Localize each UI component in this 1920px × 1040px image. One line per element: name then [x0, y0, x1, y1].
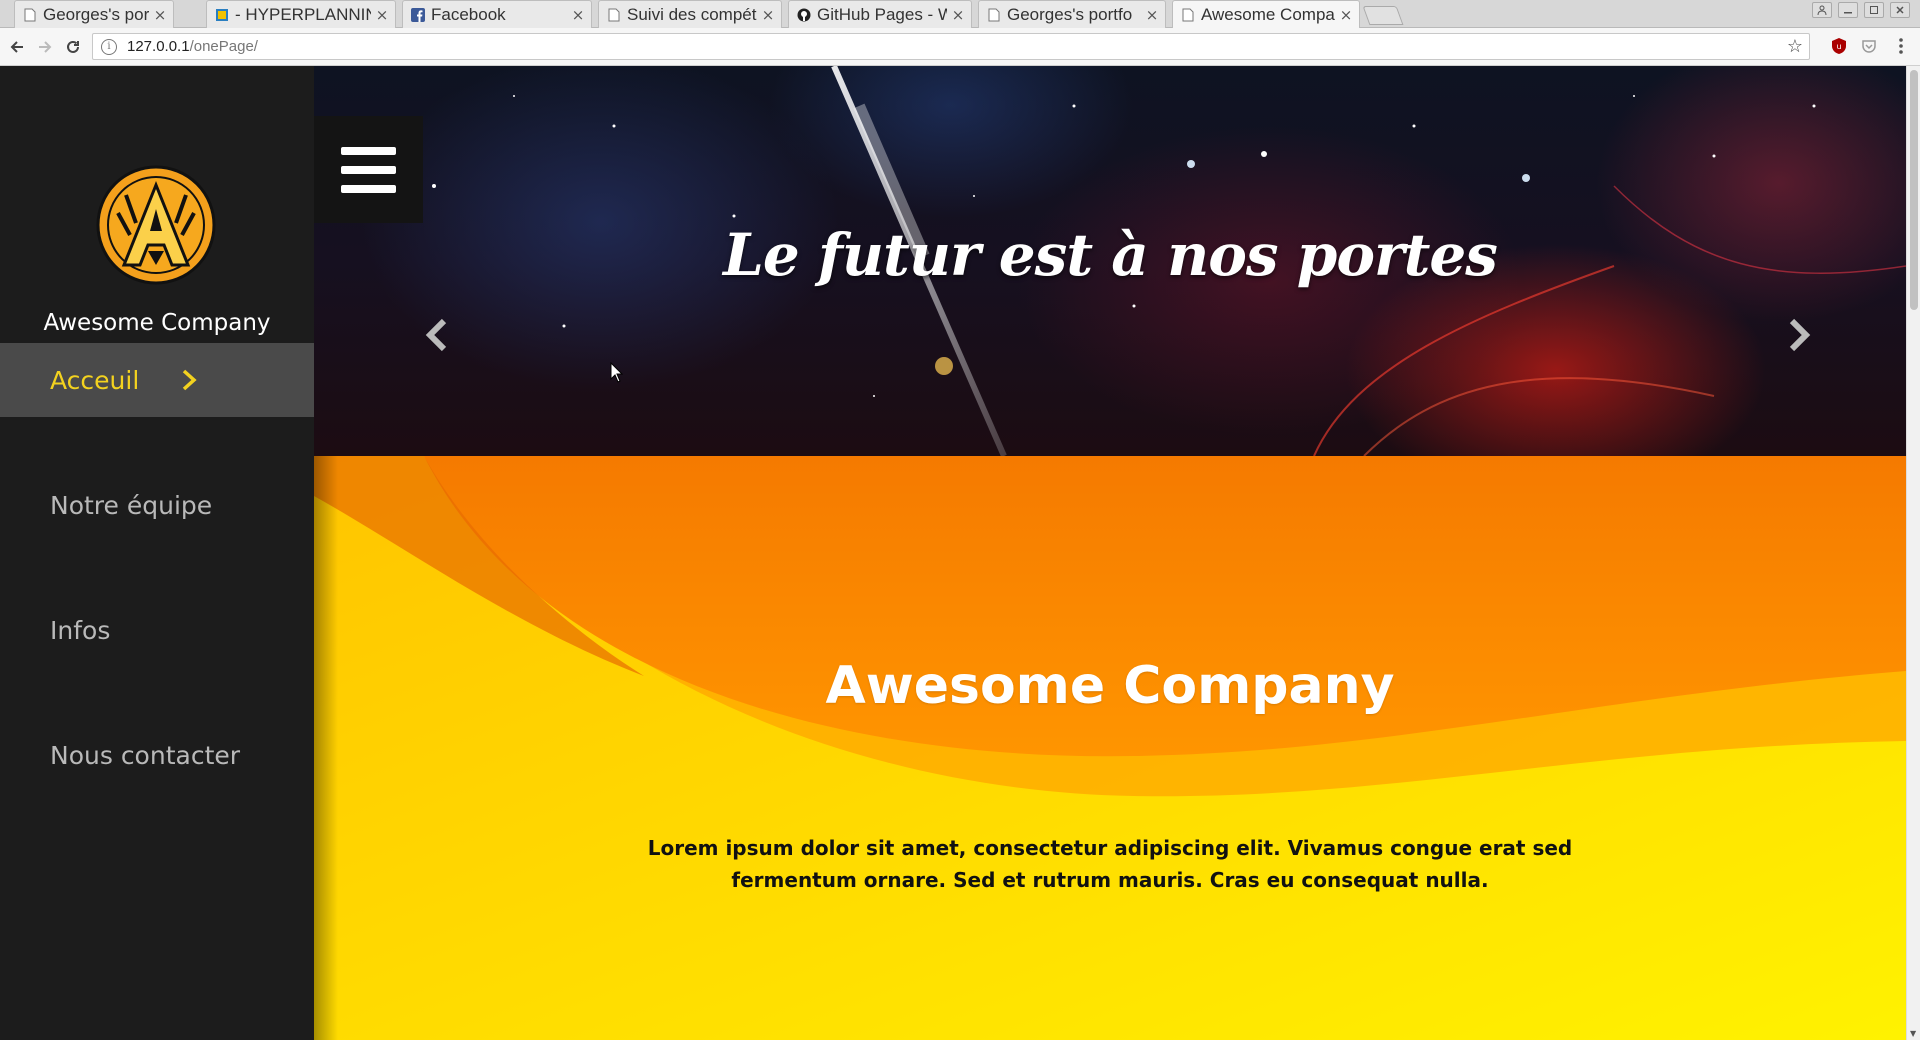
hamburger-menu-button[interactable] — [314, 116, 423, 223]
svg-text:u: u — [1836, 42, 1841, 51]
info-icon[interactable]: i — [101, 38, 117, 55]
nav-item-label: Acceuil — [50, 365, 140, 395]
browser-tab-5[interactable]: GitHub Pages - W × — [788, 0, 972, 28]
tab-title: Georges's portfo — [43, 4, 149, 24]
nav-item-label: Nous contacter — [50, 740, 241, 770]
url-host: 127.0.0.1 — [127, 38, 190, 55]
browser-tab-bar: Georges's portfo × - HYPERPLANNING × Fac… — [0, 0, 1920, 29]
close-icon[interactable]: × — [761, 6, 775, 24]
close-icon[interactable]: × — [1145, 6, 1159, 24]
nav-item-label: Notre équipe — [50, 490, 213, 520]
address-bar[interactable]: i 127.0.0.1/onePage/ ☆ — [92, 33, 1810, 60]
page-icon — [987, 7, 1001, 23]
forward-icon[interactable] — [34, 36, 56, 58]
tab-title: - HYPERPLANNING — [235, 4, 371, 24]
wave-background — [314, 456, 1906, 1040]
page-icon — [1181, 7, 1195, 23]
github-icon — [797, 7, 811, 23]
tab-title: Awesome Compa — [1201, 5, 1335, 24]
sidebar: Awesome Company Acceuil Notre équipe Inf… — [0, 66, 314, 1040]
nav-item-nous-contacter[interactable]: Nous contacter — [0, 718, 314, 792]
chevron-right-icon — [182, 369, 197, 391]
browser-tab-1[interactable]: Georges's portfo × — [14, 0, 174, 28]
close-icon[interactable]: × — [1339, 6, 1353, 24]
browser-toolbar: i 127.0.0.1/onePage/ ☆ u — [0, 28, 1920, 66]
back-icon[interactable] — [6, 36, 28, 58]
new-tab-button[interactable] — [1362, 6, 1404, 25]
facebook-icon — [411, 7, 425, 23]
menu-bar — [341, 165, 396, 174]
browser-tab-2[interactable]: - HYPERPLANNING × — [206, 0, 396, 28]
browser-tab-6[interactable]: Georges's portfo × — [978, 0, 1166, 28]
nav-item-acceuil[interactable]: Acceuil — [0, 343, 314, 417]
about-section: Awesome Company Lorem ipsum dolor sit am… — [314, 456, 1906, 1040]
browser-tab-3[interactable]: Facebook × — [402, 0, 592, 28]
page-viewport: Awesome Company Acceuil Notre équipe Inf… — [0, 66, 1920, 1040]
page-scrollbar[interactable]: ▼ — [1906, 66, 1920, 1040]
minimize-icon[interactable] — [1838, 2, 1858, 18]
close-icon[interactable]: × — [571, 6, 585, 24]
section-title: Awesome Company — [825, 656, 1395, 716]
profile-icon[interactable] — [1812, 2, 1832, 18]
reload-icon[interactable] — [62, 36, 84, 58]
close-icon[interactable]: × — [951, 6, 965, 24]
brand-name[interactable]: Awesome Company — [0, 310, 314, 336]
mouse-cursor-icon — [610, 362, 624, 383]
window-close-icon[interactable] — [1890, 2, 1910, 18]
browser-tab-active[interactable]: Awesome Compa × — [1172, 0, 1360, 29]
more-menu-icon[interactable] — [1890, 35, 1912, 57]
close-icon[interactable]: × — [153, 6, 167, 24]
menu-bar — [341, 184, 396, 193]
section-description: Lorem ipsum dolor sit amet, consectetur … — [647, 836, 1573, 892]
ublock-extension-icon[interactable]: u — [1828, 35, 1850, 57]
hero-title: Le futur est à nos portes — [723, 221, 1498, 289]
menu-bar — [341, 146, 396, 155]
pocket-extension-icon[interactable] — [1858, 35, 1880, 57]
tab-title: Facebook — [431, 4, 506, 24]
carousel-prev-icon[interactable] — [424, 318, 450, 352]
nav-item-infos[interactable]: Infos — [0, 593, 314, 667]
nav-item-label: Infos — [50, 615, 111, 645]
tab-title: Suivi des compét — [627, 4, 757, 24]
bookmark-star-icon[interactable]: ☆ — [1787, 36, 1803, 57]
url-path: /onePage/ — [189, 38, 258, 55]
hyperplanning-icon — [215, 7, 229, 23]
company-logo[interactable] — [96, 165, 216, 285]
tab-title: GitHub Pages - W — [817, 4, 947, 24]
page-icon — [607, 7, 621, 23]
maximize-icon[interactable] — [1864, 2, 1884, 18]
carousel-next-icon[interactable] — [1786, 318, 1812, 352]
page-icon — [23, 7, 37, 23]
scroll-down-arrow-icon[interactable]: ▼ — [1910, 1029, 1916, 1038]
nav-item-notre-equipe[interactable]: Notre équipe — [0, 468, 314, 542]
scrollbar-thumb[interactable] — [1910, 70, 1918, 310]
close-icon[interactable]: × — [375, 6, 389, 24]
browser-tab-4[interactable]: Suivi des compét × — [598, 0, 782, 28]
tab-title: Georges's portfo — [1007, 4, 1133, 24]
